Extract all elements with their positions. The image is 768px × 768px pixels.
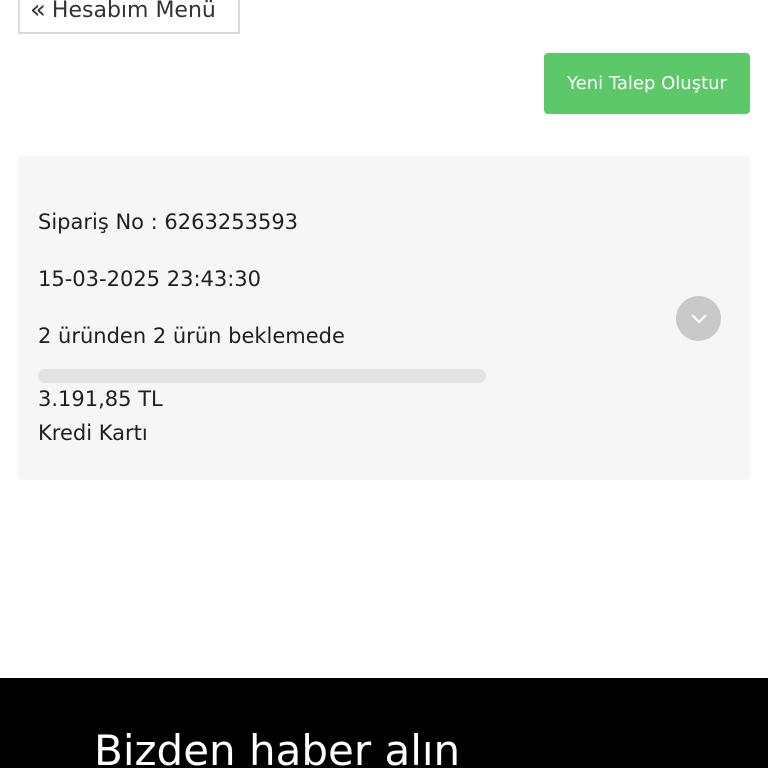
order-total: 3.191,85 TL xyxy=(38,387,163,411)
new-request-button[interactable]: Yeni Talep Oluştur xyxy=(544,53,750,114)
order-number: Sipariş No : 6263253593 xyxy=(38,210,299,234)
newsletter-heading: Bizden haber alın xyxy=(94,726,461,768)
double-chevron-left-icon: « xyxy=(30,0,46,25)
order-card: Sipariş No : 6263253593 15-03-2025 23:43… xyxy=(18,156,750,480)
back-to-account-menu-button[interactable]: « Hesabım Menü xyxy=(18,0,240,34)
order-progress-bar xyxy=(38,369,486,383)
new-request-label: Yeni Talep Oluştur xyxy=(567,73,727,94)
chevron-down-icon xyxy=(691,314,706,323)
order-datetime: 15-03-2025 23:43:30 xyxy=(38,267,262,291)
order-payment-method: Kredi Kartı xyxy=(38,421,148,445)
order-history-page: « Hesabım Menü Yeni Talep Oluştur Sipari… xyxy=(0,0,768,768)
footer: Bizden haber alın xyxy=(0,678,768,768)
back-button-label: Hesabım Menü xyxy=(51,0,216,23)
order-expand-toggle[interactable] xyxy=(676,296,721,341)
order-status: 2 üründen 2 ürün beklemede xyxy=(38,324,345,348)
